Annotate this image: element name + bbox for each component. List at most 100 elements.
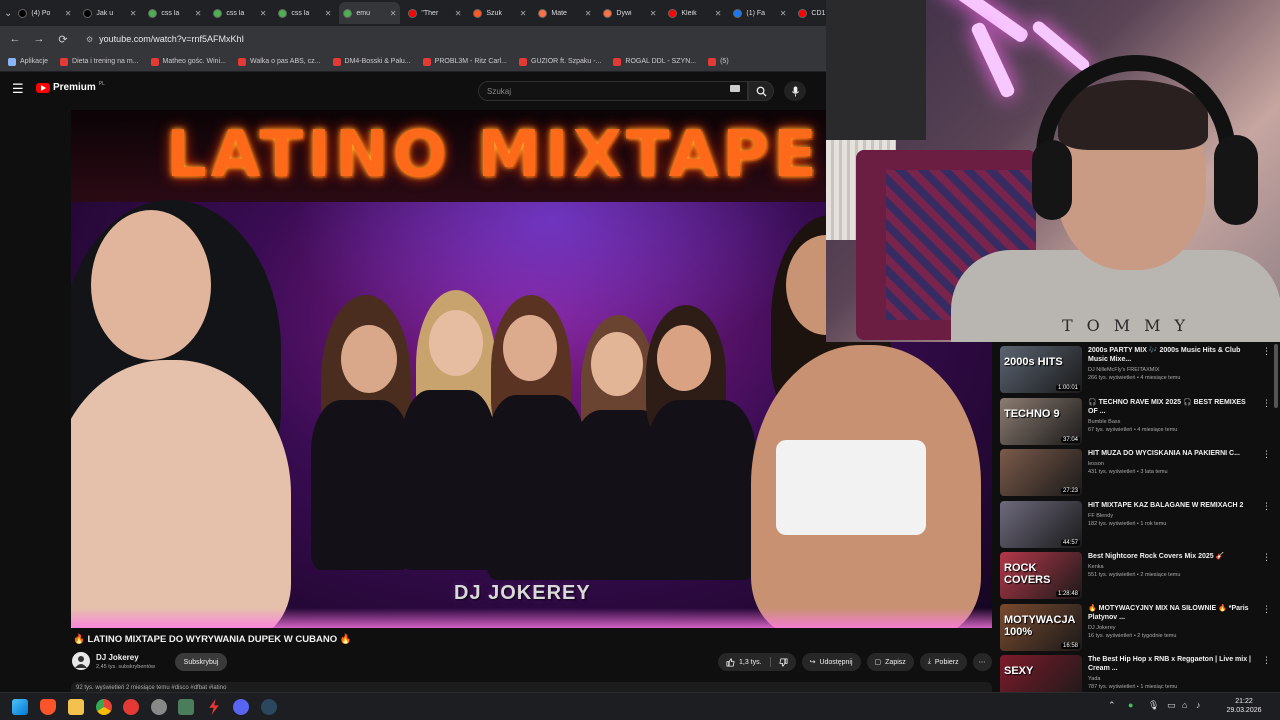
tab-close-icon[interactable]: ✕ (520, 9, 527, 18)
related-thumbnail[interactable]: 27:23 (1000, 449, 1082, 496)
app-icon[interactable] (178, 699, 194, 715)
tray-network-icon[interactable]: ⌂ (1182, 700, 1187, 710)
browser-tab[interactable]: Jak u ✕ (79, 2, 140, 24)
logo-word: Premium (53, 82, 96, 93)
browser-tab[interactable]: "Ther ✕ (404, 2, 465, 24)
more-vert-icon[interactable]: ⋮ (1262, 346, 1271, 394)
tab-close-icon[interactable]: ✕ (65, 9, 72, 18)
tab-search-icon[interactable]: ⌄ (4, 4, 12, 22)
save-button[interactable]: ▢ Zapisz (866, 653, 914, 671)
folder-icon[interactable] (68, 699, 84, 715)
share-button[interactable]: ↪ Udostępnij (801, 653, 861, 671)
browser-tab[interactable]: Kleik ✕ (664, 2, 725, 24)
tab-close-icon[interactable]: ✕ (585, 9, 592, 18)
bookmark-item[interactable]: PROBL3M - Ritz Carl... (422, 57, 507, 66)
bookmark-favicon-icon (422, 57, 431, 66)
more-vert-icon[interactable]: ⋮ (1262, 398, 1271, 446)
related-video-item[interactable]: MOTYWACJA 100% 16:58 🔥 MOTYWACYJNY MIX NA … (1000, 603, 1271, 652)
bookmark-item[interactable]: Dieta i trening na m... (60, 57, 139, 66)
related-video-item[interactable]: SEXY The Best Hip Hop x RNB x Reggaeton |… (1000, 655, 1271, 692)
related-thumbnail[interactable]: TECHNO 9 37:04 (1000, 397, 1082, 445)
settings-icon[interactable] (151, 699, 167, 715)
related-thumbnail[interactable]: MOTYWACJA 100% 16:58 (1000, 603, 1082, 651)
tab-close-icon[interactable]: ✕ (455, 9, 462, 18)
more-vert-icon[interactable]: ⋮ (1262, 449, 1271, 497)
media-player-icon[interactable] (123, 699, 139, 715)
voice-search-button[interactable] (784, 81, 806, 101)
download-button[interactable]: ⤓ Pobierz (919, 653, 967, 671)
thumbnail-text: MOTYWACJA 100% (1004, 613, 1076, 638)
discord-icon[interactable] (233, 699, 249, 715)
related-scrollbar[interactable] (1274, 344, 1278, 408)
tray-chevron-icon[interactable]: ⌃ (1108, 700, 1116, 711)
browser-tab[interactable]: css la ✕ (144, 2, 205, 24)
thumbs-down-icon[interactable] (778, 657, 788, 667)
related-thumbnail[interactable]: 2000s HITS 1:00:01 (1000, 346, 1082, 393)
keyboard-icon[interactable] (730, 85, 740, 92)
tab-close-icon[interactable]: ✕ (325, 9, 332, 18)
related-video-item[interactable]: 44:57 HIT MIXTAPE KAZ BALAGANE W REMIXACH… (1000, 500, 1271, 549)
tray-volume-icon[interactable]: ♪ (1196, 700, 1201, 710)
browser-tab[interactable]: Dywi ✕ (599, 2, 660, 24)
bookmark-item[interactable]: ROGAL DDL - SZYN... (613, 57, 696, 66)
tab-close-icon[interactable]: ✕ (390, 9, 397, 18)
browser-tab[interactable]: Mate ✕ (534, 2, 595, 24)
tab-close-icon[interactable]: ✕ (195, 9, 202, 18)
channel-avatar[interactable] (72, 652, 90, 670)
url-field[interactable]: ⚙ youtube.com/watch?v=rnf5AFMxKhI (80, 30, 244, 48)
video-duration: 1:28:48 (1055, 591, 1080, 597)
related-thumbnail[interactable]: 44:57 (1000, 500, 1082, 548)
browser-tab[interactable]: CD1✕ (794, 2, 826, 24)
tab-close-icon[interactable]: ✕ (260, 9, 267, 18)
related-video-item[interactable]: ROCK COVERS 1:28:48 Best Nightcore Rock Co… (1000, 552, 1271, 600)
bookmark-item[interactable]: Matheo gośc. Wini... (150, 57, 226, 66)
tray-status-icon[interactable]: ● (1128, 700, 1133, 710)
subscribe-button[interactable]: Subskrybuj (175, 653, 227, 671)
more-vert-icon[interactable]: ⋮ (1262, 552, 1271, 600)
like-button[interactable]: 1,3 tys. (718, 653, 796, 671)
related-thumbnail[interactable]: ROCK COVERS 1:28:48 (1000, 552, 1082, 599)
browser-tab[interactable]: Szuk ✕ (469, 2, 530, 24)
browser-tab[interactable]: (1) Fa ✕ (729, 2, 790, 24)
related-channel: lesson (1088, 461, 1104, 467)
chrome-icon[interactable] (96, 699, 112, 715)
taskbar-clock[interactable]: 21:22 29.03.2026 (1216, 697, 1272, 715)
site-info-icon[interactable]: ⚙ (86, 35, 93, 44)
browser-tab[interactable]: css la ✕ (209, 2, 270, 24)
bookmark-item[interactable]: (5) (708, 57, 729, 66)
back-icon[interactable]: ← (8, 33, 22, 45)
menu-icon[interactable]: ☰ (12, 82, 24, 95)
brave-icon[interactable] (40, 699, 56, 715)
bookmark-item[interactable]: DM4-Bosski & Palu... (332, 57, 411, 66)
tray-display-icon[interactable]: ▭ (1167, 700, 1176, 711)
browser-tab[interactable]: (4) Po ✕ (14, 2, 75, 24)
video-duration: 37:04 (1060, 436, 1080, 443)
tab-close-icon[interactable]: ✕ (715, 9, 722, 18)
related-thumbnail[interactable]: SEXY (1000, 655, 1082, 692)
browser-tab[interactable]: emu ✕ (339, 2, 401, 24)
bookmark-item[interactable]: GUZIOR ft. Szpaku -... (519, 57, 601, 66)
more-vert-icon[interactable]: ⋮ (1262, 655, 1271, 692)
reload-icon[interactable]: ⟳ (56, 33, 70, 46)
search-button[interactable] (748, 81, 774, 101)
tab-close-icon[interactable]: ✕ (650, 9, 657, 18)
tray-mic-icon[interactable]: 🎙 (1148, 700, 1159, 711)
forward-icon[interactable]: → (32, 33, 46, 45)
related-video-item[interactable]: TECHNO 9 37:04 🎧 TECHNO RAVE MIX 2025 🎧 BE… (1000, 397, 1271, 446)
youtube-logo[interactable]: Premium PL (36, 81, 105, 93)
more-vert-icon[interactable]: ⋮ (1262, 604, 1271, 652)
more-actions-button[interactable]: ⋯ (972, 653, 992, 671)
search-input[interactable]: Szukaj (478, 81, 748, 101)
related-video-item[interactable]: 27:23 HIT MUZA DO WYCISKANIA NA PAKIERNI … (1000, 449, 1271, 497)
windows-start-icon[interactable] (12, 699, 28, 715)
lightning-icon[interactable] (209, 699, 219, 715)
related-video-item[interactable]: 2000s HITS 1:00:01 2000s PARTY MIX 🎶 2000s… (1000, 346, 1271, 394)
tab-close-icon[interactable]: ✕ (130, 9, 137, 18)
browser-tab[interactable]: css la ✕ (274, 2, 335, 24)
more-vert-icon[interactable]: ⋮ (1262, 501, 1271, 549)
tab-close-icon[interactable]: ✕ (780, 9, 787, 18)
steam-icon[interactable] (261, 699, 277, 715)
bookmark-item[interactable]: Aplikacje (8, 57, 48, 66)
bookmark-item[interactable]: Walka o pas ABS, cz... (237, 57, 321, 66)
channel-name[interactable]: DJ Jokerey (96, 653, 139, 662)
